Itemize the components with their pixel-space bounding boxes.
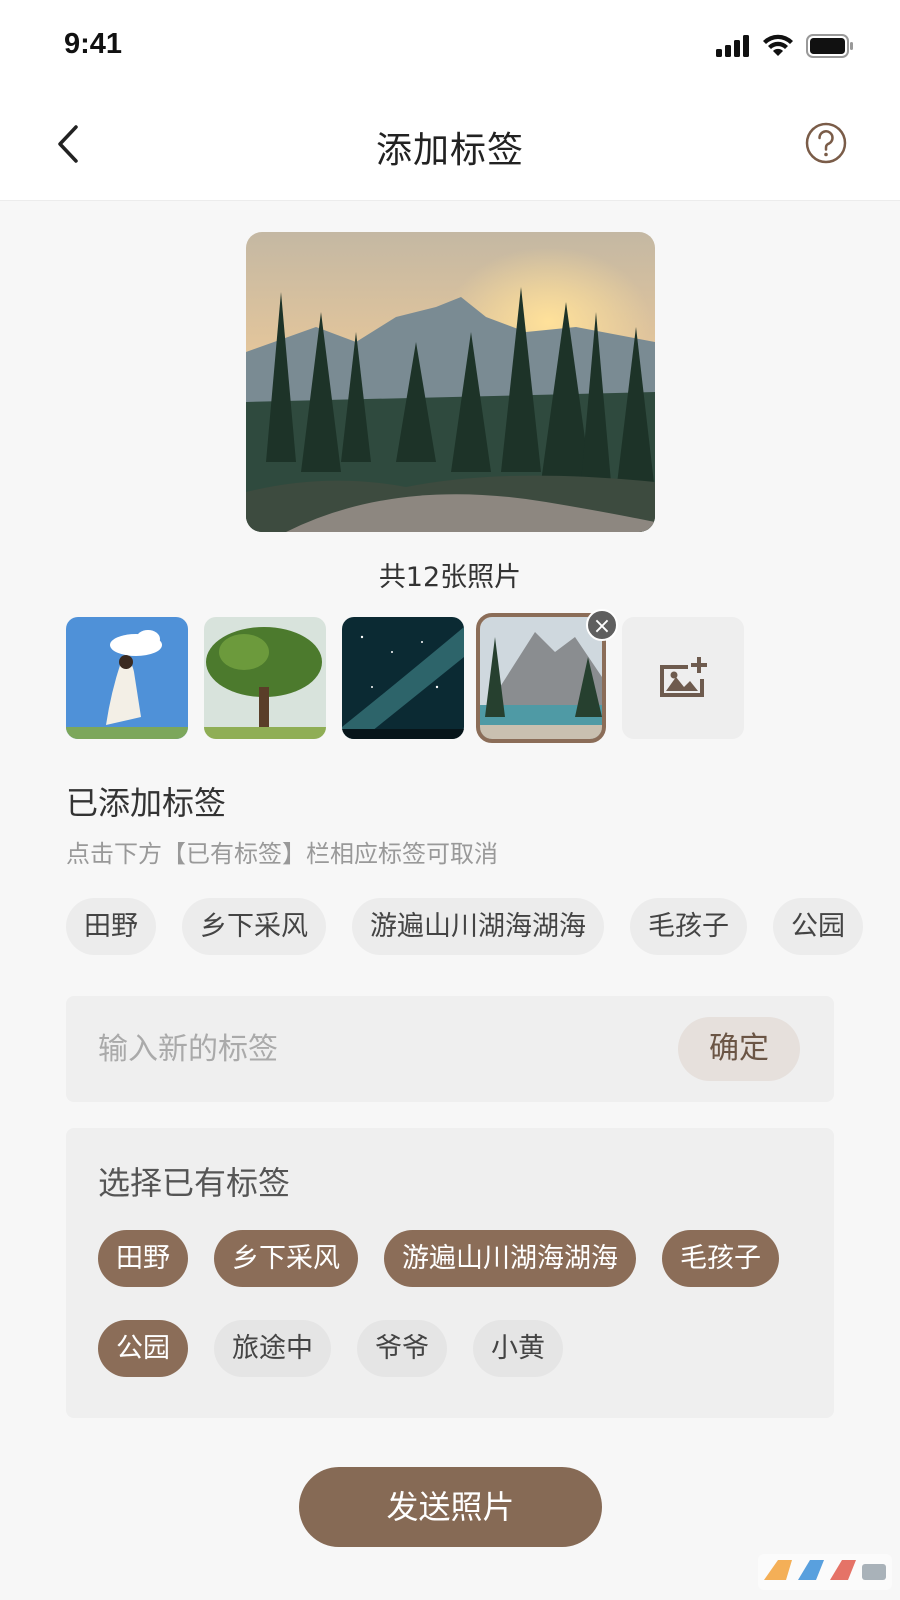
existing-tag[interactable]: 毛孩子 <box>662 1230 779 1287</box>
add-photo-button[interactable] <box>622 617 744 739</box>
added-tag[interactable]: 毛孩子 <box>630 898 747 955</box>
confirm-button[interactable]: 确定 <box>678 1017 800 1081</box>
send-photos-button[interactable]: 发送照片 <box>299 1467 602 1547</box>
existing-tags-title: 选择已有标签 <box>98 1164 291 1202</box>
page-title: 添加标签 <box>375 130 524 171</box>
existing-tag[interactable]: 田野 <box>98 1230 188 1287</box>
status-icons <box>716 34 854 58</box>
existing-tag[interactable]: 乡下采风 <box>214 1230 358 1287</box>
signal-icon <box>716 35 749 57</box>
help-button[interactable] <box>804 121 848 165</box>
added-tag[interactable]: 田野 <box>66 898 156 955</box>
existing-tag[interactable]: 游遍山川湖海湖海 <box>384 1230 636 1287</box>
thumbnail-image <box>204 617 326 739</box>
help-icon <box>805 122 847 164</box>
existing-tag[interactable]: 公园 <box>98 1320 188 1377</box>
existing-tags-row: 公园 旅途中 爷爷 小黄 <box>98 1320 563 1377</box>
existing-tag[interactable]: 旅途中 <box>214 1320 331 1377</box>
added-tag[interactable]: 乡下采风 <box>182 898 326 955</box>
battery-icon <box>806 34 853 58</box>
thumbnail-tree[interactable] <box>204 617 326 739</box>
added-tag[interactable]: 游遍山川湖海湖海 <box>352 898 604 955</box>
nav-bar: 添加标签 <box>0 95 900 201</box>
thumbnail-lake-mountains[interactable] <box>476 613 606 743</box>
thumbnail-milky-way[interactable] <box>342 617 464 739</box>
existing-tag[interactable]: 小黄 <box>473 1320 563 1377</box>
main-photo[interactable] <box>246 232 655 532</box>
status-time: 9:41 <box>64 28 123 60</box>
thumbnail-image <box>66 617 188 739</box>
added-tags-title: 已添加标签 <box>66 784 227 822</box>
existing-tags-row: 田野 乡下采风 游遍山川湖海湖海 毛孩子 <box>98 1230 779 1287</box>
photo-count: 共12张照片 <box>378 562 522 593</box>
added-tag[interactable]: 公园 <box>773 898 863 955</box>
remove-thumbnail-button[interactable]: × <box>586 609 618 641</box>
existing-tag[interactable]: 爷爷 <box>357 1320 447 1377</box>
watermark-logo <box>758 1554 892 1590</box>
thumbnail-image <box>480 617 602 739</box>
new-tag-input[interactable] <box>98 1024 618 1074</box>
close-icon: × <box>592 614 612 639</box>
main-photo-image <box>246 232 655 532</box>
status-bar: 9:41 <box>0 0 900 95</box>
add-image-icon <box>660 657 707 697</box>
added-tags-hint: 点击下方【已有标签】栏相应标签可取消 <box>66 840 498 868</box>
wifi-icon <box>763 34 793 56</box>
thumbnail-image <box>342 617 464 739</box>
added-tags-list: 田野 乡下采风 游遍山川湖海湖海 毛孩子 公园 <box>66 898 863 955</box>
thumbnail-girl-with-cloud[interactable] <box>66 617 188 739</box>
existing-tags-panel: 选择已有标签 田野 乡下采风 游遍山川湖海湖海 毛孩子 公园 旅途中 爷爷 小黄 <box>66 1128 834 1418</box>
new-tag-input-box: 确定 <box>66 996 834 1102</box>
